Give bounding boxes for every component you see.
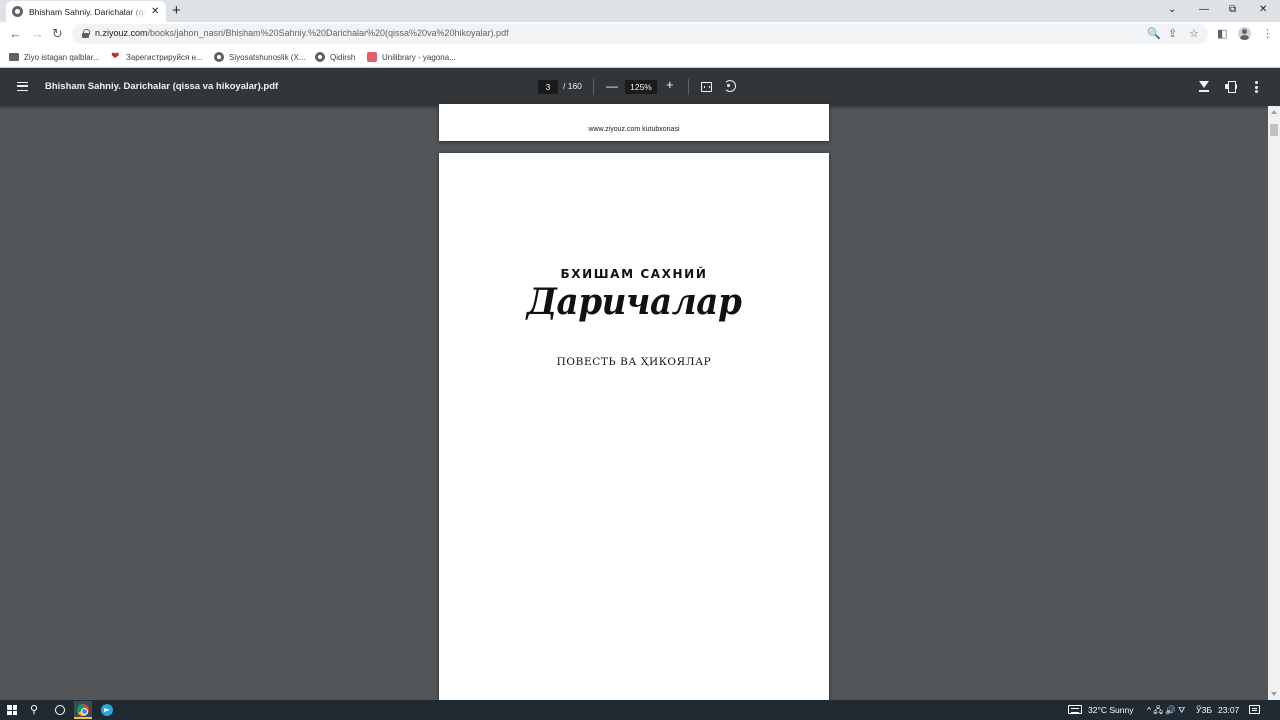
weather-icon[interactable] [1068, 705, 1082, 714]
logo-pane [7, 705, 12, 710]
dot [1255, 85, 1258, 89]
page-total: / 160 [563, 81, 582, 91]
url-path: /books/jahon_nasri/Bhisham%20Sahniy.%20D… [147, 28, 509, 38]
logo-pane [7, 710, 12, 715]
toolbar-divider [593, 79, 594, 95]
pdf-title: Bhisham Sahniy. Darichalar (qissa va hik… [45, 81, 279, 92]
reload-button[interactable]: ↻ [52, 26, 63, 42]
fit-to-page-icon[interactable] [701, 82, 712, 92]
book-icon [367, 52, 377, 62]
download-icon[interactable] [1199, 81, 1209, 93]
pdf-page-3: БХИШАМ САХНИЙ Даричалар ПОВЕСТЬ ВА ҲИКОЯ… [439, 153, 829, 713]
toolbar-divider [688, 79, 689, 95]
pdf-page-2: www.ziyouz.com kutubxonasi [439, 104, 829, 141]
tab-title: Bhisham Sahniy. Darichalar (qissa va hik… [29, 6, 147, 17]
globe-icon [315, 52, 325, 62]
rotate-icon[interactable] [724, 80, 736, 92]
back-button[interactable]: ← [9, 26, 22, 42]
zoom-icon[interactable]: 🔍 [1147, 26, 1161, 42]
bookmark-item[interactable]: ❤ Зарегистрируйся н... [111, 50, 203, 64]
url-host: n.ziyouz.com [95, 28, 148, 38]
profile-avatar[interactable] [1238, 27, 1251, 40]
globe-icon [12, 6, 23, 17]
side-panel-icon[interactable]: ◧ [1217, 27, 1227, 41]
language-indicator[interactable]: ЎЗБ [1196, 704, 1212, 716]
bookmark-item[interactable]: Siyosatshunoslik (X... [214, 50, 305, 64]
bookmark-label: Siyosatshunoslik (X... [229, 52, 306, 62]
clock[interactable]: 23:07 [1218, 704, 1239, 716]
screen: Bhisham Sahniy. Darichalar (qissa va hik… [0, 0, 1280, 720]
bookmark-item[interactable]: Ziyo istagan qalblar... [9, 50, 100, 64]
browser-menu-icon[interactable]: ⋮ [1262, 27, 1273, 41]
forward-button[interactable]: → [31, 26, 44, 42]
book-subtitle: ПОВЕСТЬ ВА ҲИКОЯЛАР [556, 356, 712, 368]
chrome-taskbar-icon[interactable] [74, 701, 92, 719]
dot [1255, 90, 1258, 93]
scroll-down-arrow-icon[interactable] [1271, 692, 1277, 696]
book-author: БХИШАМ САХНИЙ [560, 267, 708, 281]
logo-pane [12, 710, 17, 715]
bookmark-label: Unilibrary - yagona... [382, 52, 456, 62]
browser-toolbar: ← → ↻ n.ziyouz.com/books/jahon_nasri/Bhi… [0, 22, 1280, 46]
book-title: Даричалар [526, 281, 742, 323]
print-icon[interactable] [1225, 81, 1237, 93]
tab-strip: Bhisham Sahniy. Darichalar (qissa va hik… [0, 0, 1280, 22]
folder-icon [9, 53, 19, 61]
tray-icons[interactable]: ^ 🖧 🔊 ⛛ [1147, 704, 1185, 716]
url-text[interactable]: n.ziyouz.com/books/jahon_nasri/Bhisham%2… [95, 28, 509, 38]
bookmark-item[interactable]: Qidirsh [315, 50, 355, 64]
notifications-icon[interactable] [1249, 705, 1260, 714]
menu-icon[interactable] [17, 82, 28, 91]
address-bar[interactable]: n.ziyouz.com/books/jahon_nasri/Bhisham%2… [72, 24, 1208, 44]
bookmark-label: Ziyo istagan qalblar... [24, 52, 100, 62]
share-icon[interactable]: ⇪ [1168, 26, 1177, 42]
bookmark-label: Зарегистрируйся н... [126, 52, 203, 62]
dot [1255, 81, 1258, 84]
scroll-up-arrow-icon[interactable] [1271, 110, 1277, 114]
pdf-toolbar: Bhisham Sahniy. Darichalar (qissa va hik… [0, 68, 1280, 106]
restore-button[interactable]: ⧉ [1229, 2, 1236, 18]
zoom-level-input[interactable]: 125% [625, 80, 657, 94]
scroll-thumb[interactable] [1270, 124, 1278, 136]
logo-pane [12, 705, 17, 710]
bookmarks-bar: Ziyo istagan qalblar... ❤ Зарегистрируйс… [0, 46, 1280, 68]
page-number-input[interactable]: 3 [538, 80, 558, 94]
heart-icon: ❤ [111, 51, 120, 62]
weather-text[interactable]: 32°C Sunny [1088, 704, 1133, 716]
tab-search-button[interactable]: ⌄ [1168, 2, 1176, 18]
bookmark-star-icon[interactable]: ☆ [1189, 26, 1199, 42]
taskbar-search-icon[interactable]: ⚲ [30, 703, 38, 717]
bookmark-label: Qidirsh [330, 52, 356, 62]
cortana-icon[interactable] [55, 705, 65, 715]
bookmark-item[interactable]: Unilibrary - yagona... [367, 50, 456, 64]
more-actions-icon[interactable] [1255, 81, 1258, 93]
globe-icon [214, 52, 224, 62]
page-footer-text: www.ziyouz.com kutubxonasi [588, 126, 680, 133]
close-tab-icon[interactable]: ✕ [151, 6, 159, 17]
new-tab-button[interactable]: + [172, 2, 181, 20]
zoom-out-button[interactable]: — [606, 78, 618, 94]
close-window-button[interactable]: ✕ [1259, 2, 1267, 18]
telegram-taskbar-icon[interactable] [98, 701, 116, 719]
windows-start-icon[interactable] [7, 705, 17, 715]
browser-tab[interactable]: Bhisham Sahniy. Darichalar (qissa va hik… [6, 1, 166, 22]
lock-icon[interactable] [82, 29, 90, 38]
taskbar: ⚲ 32°C Sunny ^ 🖧 🔊 ⛛ ЎЗБ 23:07 [0, 700, 1280, 720]
vertical-scrollbar[interactable] [1268, 106, 1280, 700]
zoom-in-button[interactable]: + [666, 77, 674, 93]
minimize-button[interactable]: — [1199, 2, 1209, 18]
